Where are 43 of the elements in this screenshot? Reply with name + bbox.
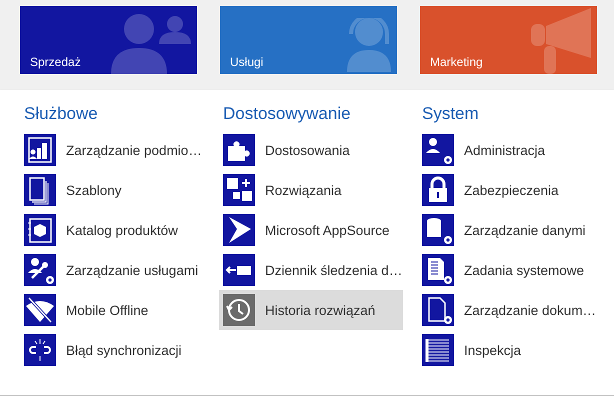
menu-item-icon (24, 254, 56, 286)
menu-item-icon (223, 134, 255, 166)
menu-item-icon (223, 174, 255, 206)
menu-item[interactable]: Katalog produktów (20, 210, 204, 250)
menu-item-icon (422, 294, 454, 326)
menu-item[interactable]: Zarządzanie dokum… (418, 290, 602, 330)
menu-item[interactable]: Zarządzanie danymi (418, 210, 602, 250)
menu-item[interactable]: Administracja (418, 130, 602, 170)
menu-item-icon (24, 294, 56, 326)
menu-item[interactable]: Zarządzanie podmio… (20, 130, 204, 170)
group-heading: Służbowe (24, 104, 99, 124)
group-heading: System (422, 104, 480, 124)
menu-item[interactable]: Zadania systemowe (418, 250, 602, 290)
menu-item-icon (422, 334, 454, 366)
menu-item-icon (24, 174, 56, 206)
menu-item[interactable]: Microsoft AppSource (219, 210, 403, 250)
tile-artwork-icon (531, 8, 591, 74)
menu-item[interactable]: Dziennik śledzenia d… (219, 250, 403, 290)
menu-item[interactable]: Dostosowania (219, 130, 403, 170)
menu-item[interactable]: Zarządzanie usługami (20, 250, 204, 290)
category-tile[interactable]: Marketing (420, 6, 597, 74)
menu-item-icon (422, 214, 454, 246)
menu-item[interactable]: Błąd synchronizacji (20, 330, 204, 370)
menu-item-icon (422, 174, 454, 206)
menu-item-icon (24, 134, 56, 166)
menu-item[interactable]: Szablony (20, 170, 204, 210)
menu-item[interactable]: Mobile Offline (20, 290, 204, 330)
category-tile[interactable]: Usługi (220, 6, 397, 74)
menu-item-icon (223, 254, 255, 286)
menu-item-icon (223, 294, 255, 326)
menu-item[interactable]: Rozwiązania (219, 170, 403, 210)
tile-artwork-icon (347, 18, 391, 74)
menu-item-icon (223, 214, 255, 246)
menu-item[interactable]: Zabezpieczenia (418, 170, 602, 210)
menu-item-icon (24, 214, 56, 246)
menu-item-icon (422, 134, 454, 166)
menu-item-icon (24, 334, 56, 366)
menu-item[interactable]: Inspekcja (418, 330, 602, 370)
tile-artwork-icon (111, 14, 191, 74)
menu-item-icon (422, 254, 454, 286)
group-heading: Dostosowywanie (223, 104, 352, 124)
category-tile[interactable]: Sprzedaż (20, 6, 197, 74)
menu-item[interactable]: Historia rozwiązań (219, 290, 403, 330)
